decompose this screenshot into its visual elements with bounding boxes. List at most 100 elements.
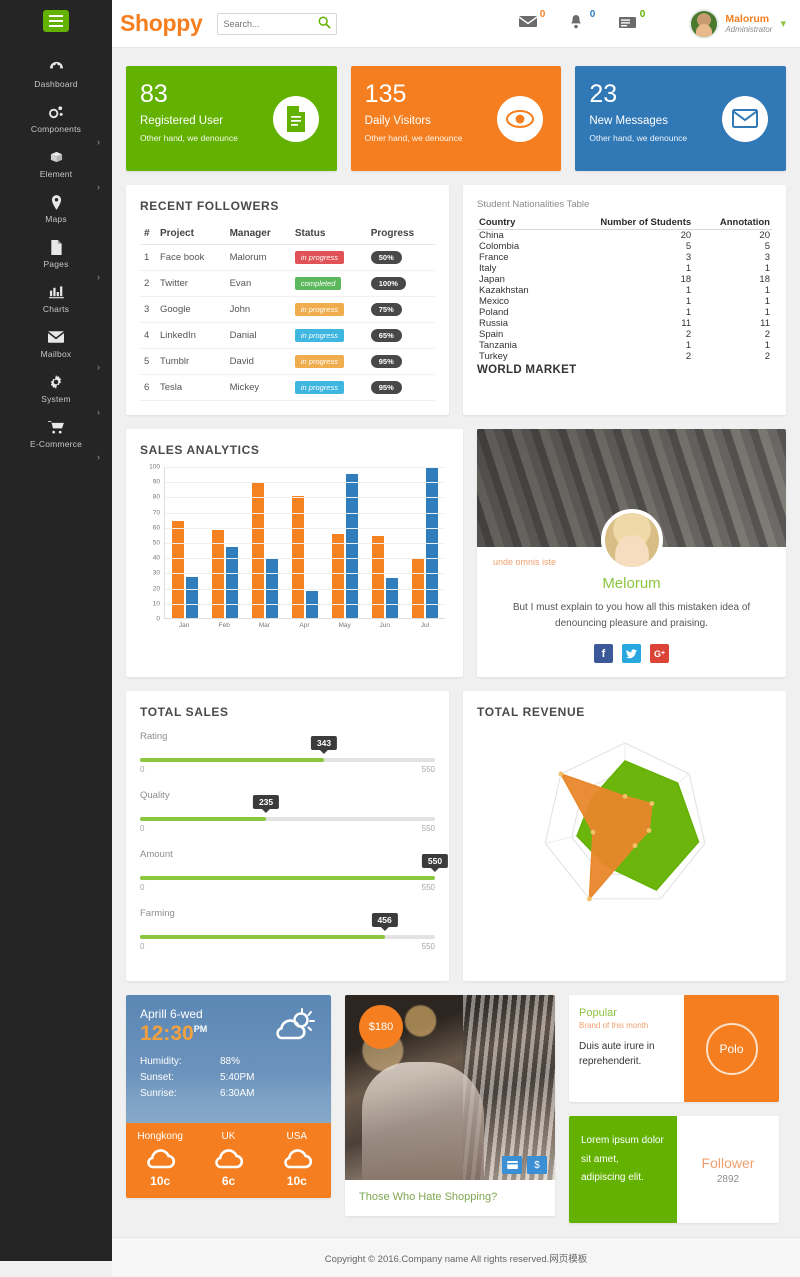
cart-icon (0, 418, 112, 435)
cell-country: Spain (477, 329, 555, 340)
slider-max: 550 (422, 824, 435, 833)
slider-min: 0 (140, 883, 144, 892)
table-row[interactable]: 4LinkedInDanialin progress65% (140, 323, 435, 349)
sidebar-item-mailbox[interactable]: Mailbox › (0, 320, 112, 365)
slider-track[interactable]: 235 (140, 817, 435, 821)
nationalities-caption: Student Nationalities Table (477, 199, 772, 210)
col-project: Project (156, 223, 226, 245)
bell-notification[interactable]: 0 (569, 15, 589, 33)
cell-country: Kazakhstan (477, 285, 555, 296)
col-country: Country (477, 216, 555, 230)
status-badge: in progress (295, 355, 344, 368)
cell-country: Japan (477, 274, 555, 285)
progress-badge: 75% (371, 303, 402, 316)
sales-slider[interactable]: Amount5500550 (140, 849, 435, 892)
weather-time-value: 12:30 (140, 1022, 194, 1045)
x-tick: May (325, 622, 365, 629)
sidebar-item-components[interactable]: Components › (0, 95, 112, 140)
cell-annotation: 1 (693, 307, 772, 318)
cell-students: 1 (555, 296, 693, 307)
slider-track[interactable]: 343 (140, 758, 435, 762)
promo-column: Popular Brand of this month Duis aute ir… (569, 995, 779, 1223)
gridline (165, 543, 445, 544)
slider-value: 343 (311, 736, 337, 750)
twitter-icon[interactable] (622, 644, 641, 663)
progress-badge: 95% (371, 355, 402, 368)
sidebar-item-pages[interactable]: Pages › (0, 230, 112, 275)
sales-slider[interactable]: Farming4560550 (140, 908, 435, 951)
user-menu[interactable]: Malorum Administrator ▾ (689, 9, 786, 39)
stat-card-new-messages[interactable]: 23 New Messages Other hand, we denounce (575, 66, 786, 171)
map-pin-icon (0, 193, 112, 210)
table-row: Kazakhstan11 (477, 285, 772, 296)
cell-progress: 50% (367, 245, 435, 271)
city-name: Hongkong (126, 1131, 194, 1142)
progress-badge: 100% (371, 277, 406, 290)
table-row[interactable]: 6TeslaMickeyin progress95% (140, 375, 435, 401)
envelope-icon (722, 96, 768, 142)
shopping-caption: Those Who Hate Shopping? (345, 1180, 555, 1216)
menu-icon-bar (49, 25, 63, 27)
promo-heading: Popular (579, 1007, 674, 1019)
card-icon[interactable] (502, 1156, 522, 1174)
cell-status: in progress (291, 323, 367, 349)
sidebar-item-system[interactable]: System › (0, 365, 112, 410)
chevron-down-icon[interactable]: ▾ (780, 17, 786, 30)
revenue-radar-chart (477, 729, 772, 919)
slider-track[interactable]: 550 (140, 876, 435, 880)
cell-index: 3 (140, 297, 156, 323)
panel-title: TOTAL REVENUE (477, 705, 772, 719)
table-row: Mexico11 (477, 296, 772, 307)
shopping-card[interactable]: $180 $ Those Who Hate Shopping? (345, 995, 555, 1216)
mail-badge-count: 0 (540, 9, 546, 20)
google-plus-icon[interactable]: G+ (650, 644, 669, 663)
radar-point (649, 801, 654, 806)
table-row[interactable]: 3GoogleJohnin progress75% (140, 297, 435, 323)
table-row: Spain22 (477, 329, 772, 340)
cell-country: Mexico (477, 296, 555, 307)
table-row[interactable]: 2TwitterEvancompleted100% (140, 271, 435, 297)
cell-progress: 65% (367, 323, 435, 349)
cell-students: 3 (555, 252, 693, 263)
progress-badge: 50% (371, 251, 402, 264)
stat-card-registered-user[interactable]: 83 Registered User Other hand, we denoun… (126, 66, 337, 171)
radar-point (632, 843, 637, 848)
promo-card-follower[interactable]: Lorem ipsum dolor sit amet, adipiscing e… (569, 1116, 779, 1223)
cloud-icon (280, 1147, 314, 1171)
menu-toggle-button[interactable] (43, 10, 69, 32)
sidebar-item-ecommerce[interactable]: E-Commerce › (0, 410, 112, 455)
gear-icon (0, 373, 112, 390)
facebook-icon[interactable]: f (594, 644, 613, 663)
y-tick: 60 (153, 524, 160, 531)
stat-card-daily-visitors[interactable]: 135 Daily Visitors Other hand, we denoun… (351, 66, 562, 171)
widgets-row: Aprill 6-wed 12:30PM Humidity:88%Sunse (126, 995, 786, 1223)
sun-cloud-icon (271, 1007, 315, 1043)
search-icon[interactable] (317, 16, 333, 32)
sidebar-item-dashboard[interactable]: Dashboard (0, 50, 112, 95)
dollar-icon[interactable]: $ (527, 1156, 547, 1174)
mail-notification[interactable]: 0 (519, 15, 539, 33)
sidebar-item-maps[interactable]: Maps (0, 185, 112, 230)
col-index: # (140, 223, 156, 245)
promo-card-popular[interactable]: Popular Brand of this month Duis aute ir… (569, 995, 779, 1102)
col-status: Status (291, 223, 367, 245)
table-row[interactable]: 1Face bookMalorumin progress50% (140, 245, 435, 271)
cell-country: France (477, 252, 555, 263)
followers-table-body: 1Face bookMalorumin progress50%2TwitterE… (140, 245, 435, 401)
tasks-notification[interactable]: 0 (619, 15, 639, 33)
sales-slider[interactable]: Rating3430550 (140, 731, 435, 774)
gridline (165, 528, 445, 529)
weather-widget: Aprill 6-wed 12:30PM Humidity:88%Sunse (126, 995, 331, 1198)
slider-max: 550 (422, 883, 435, 892)
sidebar-item-charts[interactable]: Charts (0, 275, 112, 320)
sales-slider[interactable]: Quality2350550 (140, 790, 435, 833)
copyright-text: Copyright © 2016.Company name All rights… (325, 1251, 588, 1265)
dashboard-content: 83 Registered User Other hand, we denoun… (112, 48, 800, 1223)
slider-min: 0 (140, 765, 144, 774)
bar (252, 483, 264, 618)
slider-track[interactable]: 456 (140, 935, 435, 939)
cell-status: in progress (291, 375, 367, 401)
table-row[interactable]: 5TumblrDavidin progress95% (140, 349, 435, 375)
sidebar-item-element[interactable]: Element › (0, 140, 112, 185)
weather-detail-row: Sunset:5:40PM (140, 1072, 317, 1083)
